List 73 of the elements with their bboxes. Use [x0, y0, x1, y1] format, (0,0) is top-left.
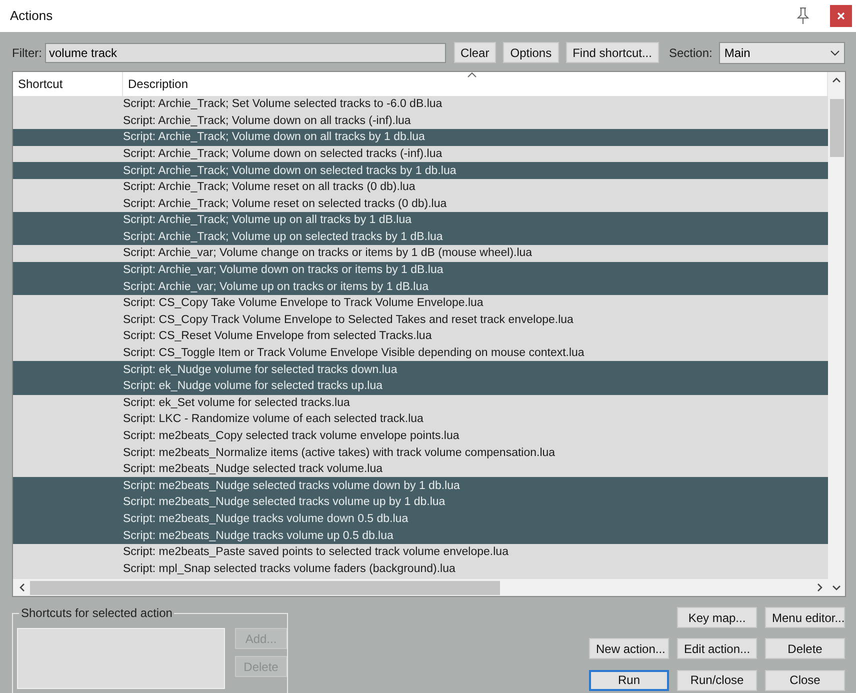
action-button[interactable]: New action...	[589, 638, 669, 660]
action-row[interactable]: Script: me2beats_Nudge tracks volume down 0.5 db.lua	[13, 510, 828, 528]
description-cell: Script: CS_Copy Take Volume Envelope to Track Volume Envelope.lua	[123, 297, 484, 310]
window-title: Actions	[10, 8, 54, 24]
description-cell: Script: me2beats_Nudge selected tracks volume down by 1 db.lua	[123, 480, 460, 492]
description-cell: Script: me2beats_Nudge tracks volume down 0.5 db.lua	[123, 512, 408, 525]
description-cell: Script: ek_Set volume for selected tracks.lua	[123, 396, 350, 409]
filter-field[interactable]: volume track	[45, 42, 446, 63]
action-row[interactable]: Script: ek_Nudge volume for selected tracks down.lua	[13, 361, 828, 378]
description-cell: Script: me2beats_Copy selected track volume envelope points.lua	[123, 430, 460, 442]
action-row[interactable]: Script: me2beats_Nudge tracks volume up 0.5 db.lua	[13, 527, 828, 544]
pin-icon[interactable]	[796, 6, 810, 25]
description-cell: Script: CS_Toggle Item or Track Volume Envelope Visible depending on mouse context.lua	[123, 347, 584, 360]
description-cell: Script: Archie_Track; Set Volume selected tracks to -6.0 dB.lua	[123, 98, 442, 110]
action-button[interactable]: Menu editor...	[765, 607, 845, 628]
description-cell: Script: me2beats_Nudge tracks volume up 0.5 db.lua	[123, 530, 394, 542]
description-cell: Script: LKC - Randomize volume of each selected track.lua	[123, 413, 424, 426]
action-button[interactable]: Run/close	[677, 670, 757, 691]
description-cell: Script: me2beats_Nudge selected track volume.lua	[123, 463, 383, 476]
caret-icon[interactable]	[830, 50, 840, 56]
scrollbar-thumb[interactable]	[830, 98, 844, 157]
action-row[interactable]: Script: Archie_Track; Volume down on selected tracks by 1 db.lua	[13, 162, 828, 179]
action-button[interactable]: Run	[589, 670, 669, 691]
action-row[interactable]: Script: ek_Set volume for selected tracks.lua	[13, 394, 828, 412]
action-row[interactable]: Script: Archie_Track; Volume up on all tracks by 1 dB.lua	[13, 212, 828, 229]
sort-icon	[467, 72, 477, 78]
description-cell: Script: CS_Reset Volume Envelope from selected Tracks.lua	[123, 330, 432, 342]
description-cell: Script: me2beats_Paste saved points to selected track volume envelope.lua	[123, 546, 508, 558]
action-row[interactable]: Script: Archie_Track; Volume down on selected tracks (-inf).lua	[13, 146, 828, 162]
action-row[interactable]: Script: CS_Toggle Item or Track Volume Envelope Visible depending on mouse context.lua	[13, 344, 828, 362]
scroll-up-icon[interactable]	[832, 77, 841, 84]
action-button[interactable]: Close	[765, 670, 845, 691]
description-cell: Script: Archie_Track; Volume reset on all tracks (0 db).lua	[123, 181, 416, 194]
description-cell: Script: Archie_Track; Volume down on selected tracks (-inf).lua	[123, 148, 442, 160]
action-row[interactable]: Script: me2beats_Nudge selected tracks volume up by 1 db.lua	[13, 494, 828, 511]
description-cell: Script: Archie_Track; Volume reset on selected tracks (0 db).lua	[123, 198, 447, 210]
description-cell: Script: Archie_var; Volume down on tracks or items by 1 dB.lua	[123, 264, 444, 276]
description-cell: Script: ek_Nudge volume for selected tracks up.lua	[123, 380, 383, 392]
filter-button[interactable]: Find shortcut...	[566, 42, 659, 64]
description-cell: Script: Archie_Track; Volume down on selected tracks by 1 db.lua	[123, 164, 456, 176]
description-cell: Script: Archie_var; Volume change on tracks or items by 1 dB (mouse wheel).lua	[123, 247, 532, 260]
action-row[interactable]: Script: me2beats_Nudge selected tracks volume down by 1 db.lua	[13, 477, 828, 494]
scroll-left-icon[interactable]	[18, 583, 24, 592]
action-row[interactable]: Script: ek_Nudge volume for selected tracks up.lua	[13, 378, 828, 395]
description-cell: Script: me2beats_Normalize items (active takes) with track volume compensation.lua	[123, 446, 556, 459]
section-dropdown[interactable]: Main	[719, 42, 845, 64]
filter-button[interactable]: Options	[503, 42, 559, 64]
close-icon[interactable]	[837, 12, 845, 20]
section-label: Section:	[668, 46, 712, 60]
close-button[interactable]	[830, 4, 852, 27]
description-cell: Script: Archie_Track; Volume down on all tracks by 1 db.lua	[123, 131, 425, 144]
action-button[interactable]: Key map...	[677, 607, 757, 628]
scroll-right-icon[interactable]	[816, 583, 822, 592]
description-cell: Script: ek_Nudge volume for selected tracks down.lua	[123, 364, 398, 376]
action-row[interactable]: Script: Archie_Track; Volume up on selected tracks by 1 dB.lua	[13, 228, 828, 246]
description-cell: Script: mpl_Snap selected tracks volume faders (background).lua	[123, 562, 456, 575]
description-cell: Script: Archie_var; Volume up on tracks or items by 1 dB.lua	[123, 280, 429, 293]
description-cell: Script: me2beats_Nudge selected tracks volume up by 1 db.lua	[123, 496, 446, 508]
description-cell: Script: Archie_Track; Volume up on selected tracks by 1 dB.lua	[123, 230, 443, 243]
filter-label: Filter:	[12, 46, 42, 60]
description-cell: Script: Archie_Track; Volume down on all tracks (-inf).lua	[123, 114, 411, 127]
action-button[interactable]: Edit action...	[677, 638, 757, 660]
scrollbar-thumb[interactable]	[30, 580, 500, 594]
action-row[interactable]: Script: Archie_Track; Volume down on all tracks by 1 db.lua	[13, 129, 828, 146]
action-row[interactable]: Script: me2beats_Nudge selected track volume.lua	[13, 460, 828, 478]
description-cell: Script: CS_Copy Track Volume Envelope to Selected Takes and reset track envelope.lua	[123, 314, 574, 326]
action-row[interactable]: Script: Archie_var; Volume up on tracks or items by 1 dB.lua	[13, 278, 828, 295]
filter-button[interactable]: Clear	[454, 42, 496, 64]
description-cell: Script: Archie_Track; Volume up on all tracks by 1 dB.lua	[123, 214, 412, 226]
action-button[interactable]: Delete	[765, 638, 845, 660]
group-title: Shortcuts for selected action	[19, 606, 174, 620]
action-row[interactable]: Script: Archie_var; Volume down on tracks or items by 1 dB.lua	[13, 262, 828, 278]
scroll-down-icon[interactable]	[832, 584, 841, 590]
